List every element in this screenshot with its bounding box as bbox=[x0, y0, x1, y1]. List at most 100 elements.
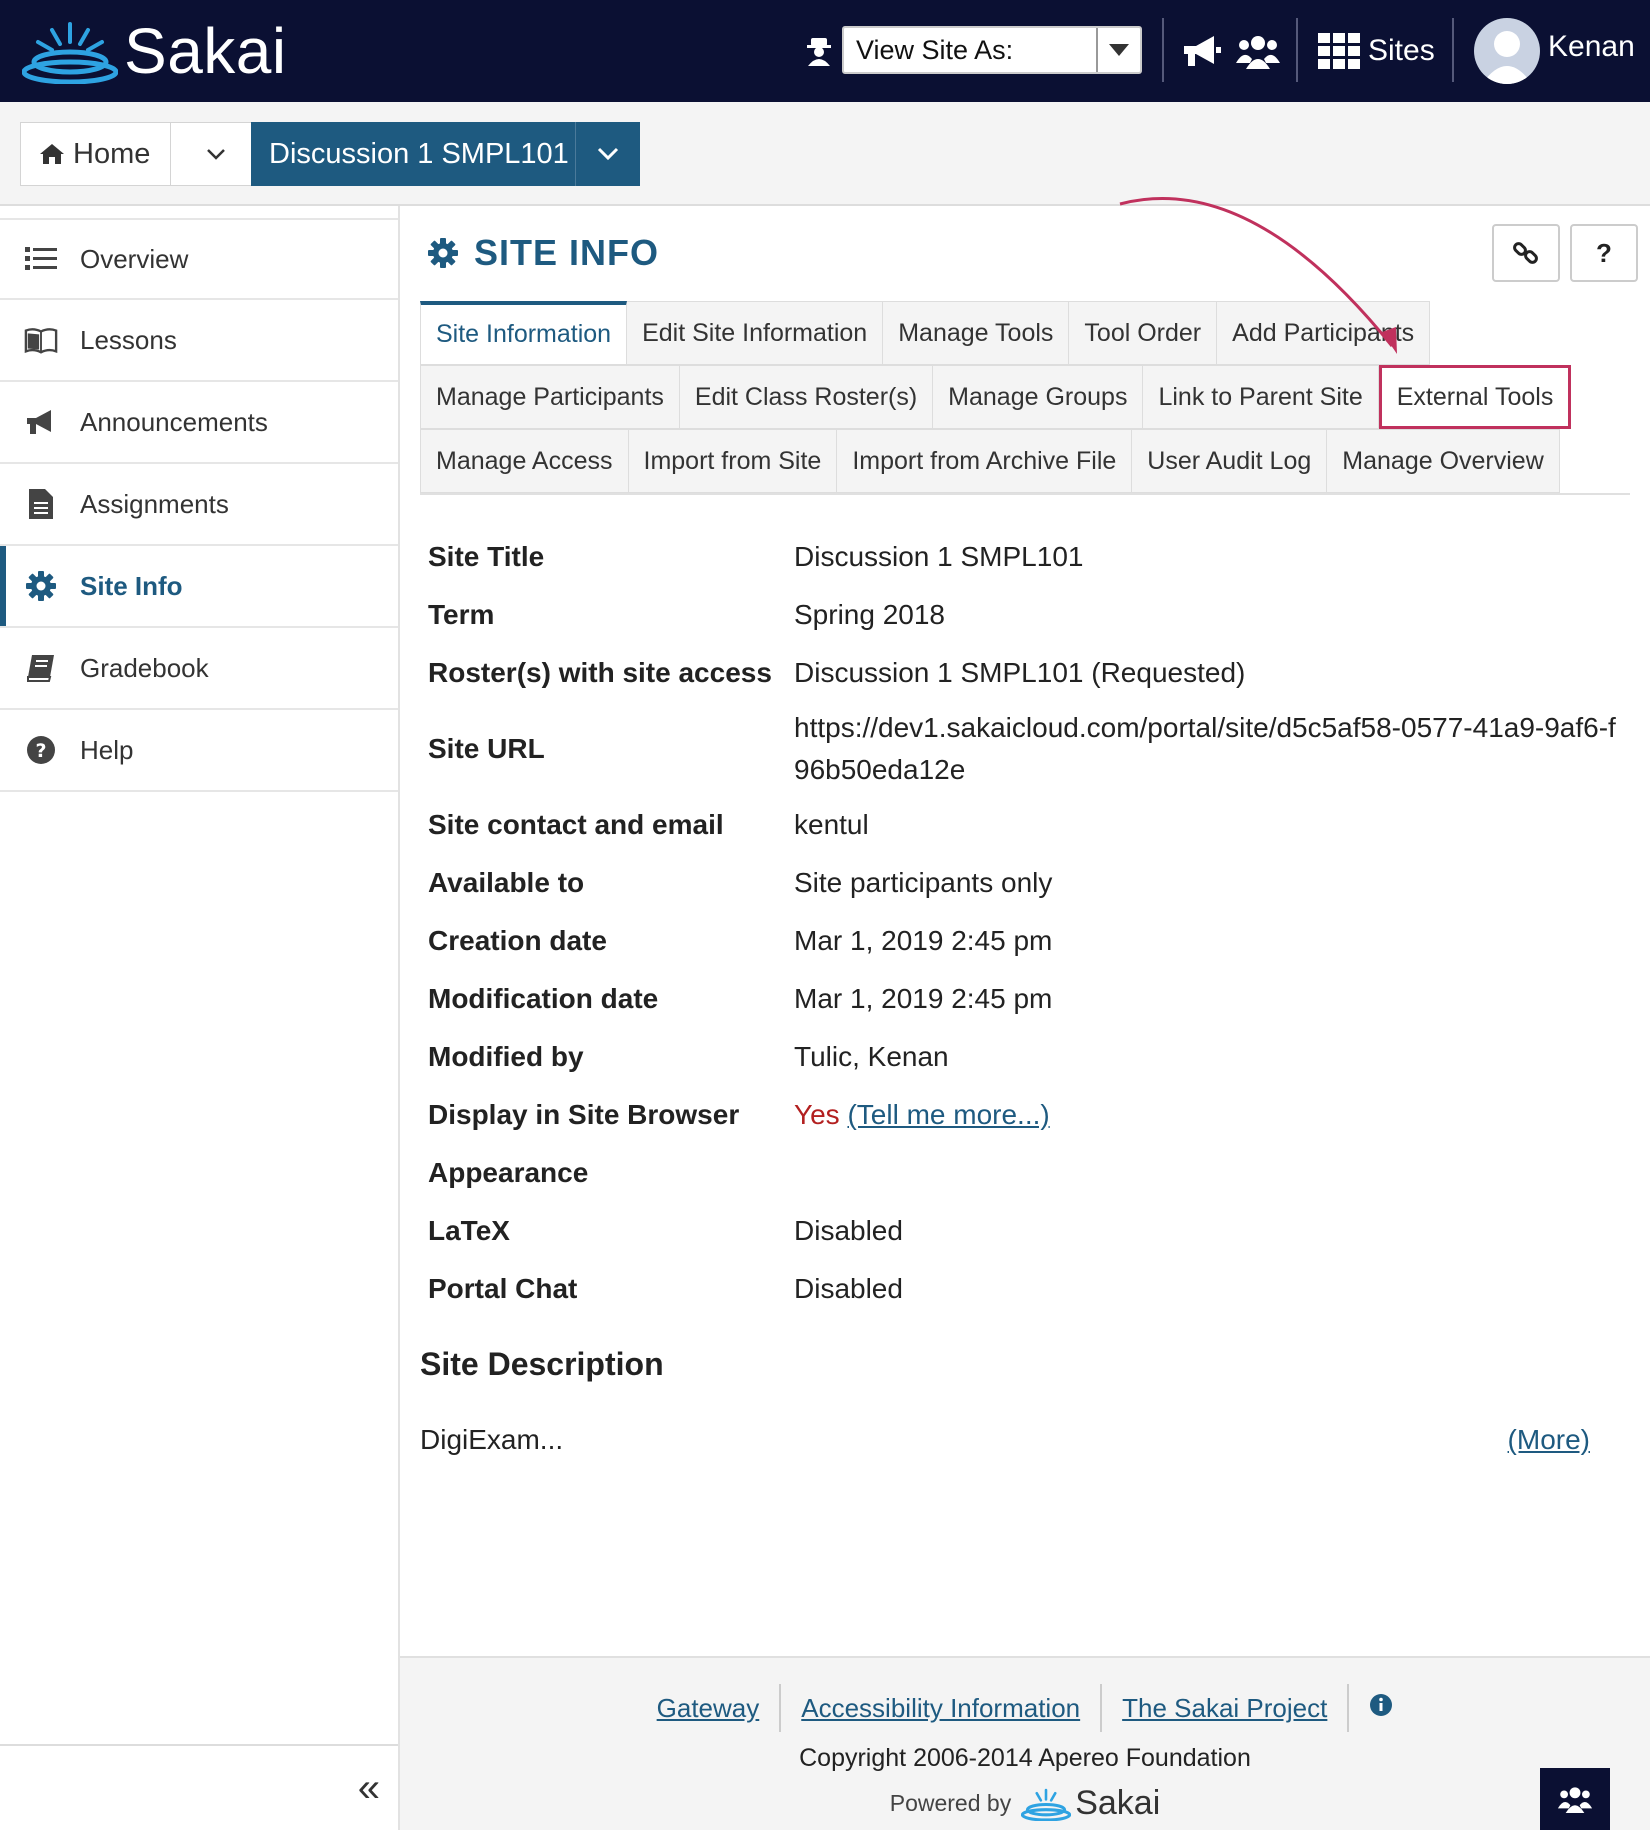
tab-manage-overview[interactable]: Manage Overview bbox=[1327, 429, 1560, 493]
main-content: SITE INFO ? Site Information Edit Site I… bbox=[400, 206, 1650, 1656]
info-row: Modification date Mar 1, 2019 2:45 pm bbox=[428, 970, 1628, 1028]
home-icon bbox=[40, 144, 64, 164]
tab-edit-site-information[interactable]: Edit Site Information bbox=[627, 301, 884, 365]
tool-sidebar: Overview Lessons Announcements Assignmen… bbox=[0, 206, 400, 1830]
info-value: Spring 2018 bbox=[794, 599, 946, 630]
footer-link-sakai-project[interactable]: The Sakai Project bbox=[1102, 1687, 1347, 1730]
info-row: Appearance bbox=[428, 1144, 1628, 1202]
sidebar-item-label: Announcements bbox=[80, 406, 268, 437]
info-label: Site contact and email bbox=[428, 809, 724, 840]
copyright-text: Copyright 2006-2014 Apereo Foundation bbox=[799, 1744, 1251, 1772]
sidebar-item-gradebook[interactable]: Gradebook bbox=[0, 628, 398, 710]
home-site-button[interactable]: Home bbox=[20, 122, 262, 186]
megaphone-icon bbox=[24, 405, 58, 439]
megaphone-icon[interactable] bbox=[1182, 30, 1222, 72]
tabs-divider bbox=[420, 493, 1630, 495]
sidebar-item-label: Help bbox=[80, 734, 134, 765]
tab-edit-class-rosters[interactable]: Edit Class Roster(s) bbox=[679, 365, 934, 429]
current-site-link[interactable]: Discussion 1 SMPL101 bbox=[251, 122, 576, 186]
tab-manage-groups[interactable]: Manage Groups bbox=[933, 365, 1144, 429]
tab-manage-tools[interactable]: Manage Tools bbox=[883, 301, 1070, 365]
book-icon bbox=[24, 651, 58, 685]
book-open-icon bbox=[24, 323, 58, 357]
chevron-down-icon[interactable] bbox=[576, 147, 640, 161]
sidebar-item-assignments[interactable]: Assignments bbox=[0, 464, 398, 546]
gear-icon bbox=[24, 569, 58, 603]
sakai-logo[interactable]: Sakai bbox=[22, 14, 287, 88]
info-row: Creation date Mar 1, 2019 2:45 pm bbox=[428, 912, 1628, 970]
sidebar-item-announcements[interactable]: Announcements bbox=[0, 382, 398, 464]
powered-by-label: Powered by bbox=[889, 1790, 1012, 1816]
home-link[interactable]: Home bbox=[21, 123, 171, 185]
sidebar-item-help[interactable]: ? Help bbox=[0, 710, 398, 792]
footer: Gateway Accessibility Information The Sa… bbox=[400, 1656, 1650, 1830]
more-link[interactable]: (More) bbox=[1508, 1424, 1590, 1456]
sidebar-item-label: Lessons bbox=[80, 324, 177, 355]
sidebar-item-label: Site Info bbox=[80, 570, 183, 601]
users-icon[interactable] bbox=[1236, 30, 1280, 72]
info-row: LaTeX Disabled bbox=[428, 1202, 1628, 1260]
sites-label: Sites bbox=[1368, 34, 1435, 67]
chevron-down-icon[interactable] bbox=[171, 148, 261, 160]
current-site-label: Discussion 1 SMPL101 bbox=[269, 137, 569, 170]
powered-logo-text: Sakai bbox=[1075, 1784, 1161, 1822]
info-circle-icon[interactable] bbox=[1349, 1687, 1413, 1730]
display-yes-value: Yes bbox=[794, 1099, 840, 1130]
sidebar-item-lessons[interactable]: Lessons bbox=[0, 300, 398, 382]
sites-button[interactable]: Sites bbox=[1318, 30, 1435, 72]
tab-import-from-archive-file[interactable]: Import from Archive File bbox=[837, 429, 1133, 493]
collapse-sidebar-button[interactable]: « bbox=[358, 1766, 380, 1811]
tab-external-tools[interactable]: External Tools bbox=[1378, 365, 1572, 429]
info-row: Site contact and email kentul bbox=[428, 796, 1628, 854]
user-name[interactable]: Kenan bbox=[1548, 30, 1635, 64]
sakai-splash-icon bbox=[22, 22, 118, 84]
tab-add-participants[interactable]: Add Participants bbox=[1217, 301, 1431, 365]
sidebar-item-label: Assignments bbox=[80, 488, 229, 519]
svg-text:?: ? bbox=[35, 740, 46, 762]
tab-row: Manage Access Import from Site Import fr… bbox=[420, 429, 1630, 493]
chevron-down-icon[interactable] bbox=[1096, 28, 1140, 72]
link-button[interactable] bbox=[1492, 224, 1560, 282]
question-circle-icon: ? bbox=[24, 733, 58, 767]
info-label: Portal Chat bbox=[428, 1273, 578, 1304]
user-secret-icon bbox=[806, 36, 836, 66]
footer-link-gateway[interactable]: Gateway bbox=[637, 1687, 780, 1730]
site-url-value: https://dev1.sakaicloud.com/portal/site/… bbox=[794, 712, 1616, 785]
tab-row: Manage Participants Edit Class Roster(s)… bbox=[420, 365, 1630, 429]
footer-link-accessibility[interactable]: Accessibility Information bbox=[781, 1687, 1100, 1730]
grid-icon bbox=[1318, 33, 1360, 69]
info-value: Mar 1, 2019 2:45 pm bbox=[794, 983, 1053, 1014]
info-label: Modified by bbox=[428, 1041, 584, 1072]
powered-by-sakai: Powered by Sakai bbox=[400, 1784, 1650, 1823]
tell-me-more-link[interactable]: (Tell me more...) bbox=[847, 1099, 1049, 1130]
site-nav-bar: Home Discussion 1 SMPL101 bbox=[0, 102, 1650, 206]
view-site-as-select[interactable]: View Site As: bbox=[842, 26, 1142, 74]
help-button[interactable]: ? bbox=[1570, 224, 1638, 282]
tab-manage-access[interactable]: Manage Access bbox=[420, 429, 629, 493]
sidebar-item-site-info[interactable]: Site Info bbox=[0, 546, 398, 628]
info-label: Roster(s) with site access bbox=[428, 657, 772, 688]
page-title-text: SITE INFO bbox=[474, 232, 660, 273]
info-label: Term bbox=[428, 599, 495, 630]
tab-import-from-site[interactable]: Import from Site bbox=[628, 429, 838, 493]
info-row: Modified by Tulic, Kenan bbox=[428, 1028, 1628, 1086]
logo-text: Sakai bbox=[124, 15, 287, 87]
tab-user-audit-log[interactable]: User Audit Log bbox=[1132, 429, 1328, 493]
header-divider bbox=[1296, 18, 1298, 82]
info-label: LaTeX bbox=[428, 1215, 510, 1246]
header-divider bbox=[1452, 18, 1454, 82]
current-site-button[interactable]: Discussion 1 SMPL101 bbox=[251, 122, 640, 186]
avatar[interactable] bbox=[1474, 18, 1540, 84]
view-site-as-label: View Site As: bbox=[856, 34, 1014, 65]
tab-tool-order[interactable]: Tool Order bbox=[1069, 301, 1218, 365]
sidebar-item-overview[interactable]: Overview bbox=[0, 218, 398, 300]
portal-chat-button[interactable] bbox=[1540, 1768, 1610, 1830]
info-value: Tulic, Kenan bbox=[794, 1041, 949, 1072]
info-label: Modification date bbox=[428, 983, 659, 1014]
tab-manage-participants[interactable]: Manage Participants bbox=[420, 365, 680, 429]
tab-site-information[interactable]: Site Information bbox=[420, 301, 628, 365]
tab-link-to-parent-site[interactable]: Link to Parent Site bbox=[1143, 365, 1379, 429]
info-label: Appearance bbox=[428, 1157, 589, 1188]
gear-icon bbox=[428, 238, 458, 268]
info-value: Site participants only bbox=[794, 867, 1053, 898]
